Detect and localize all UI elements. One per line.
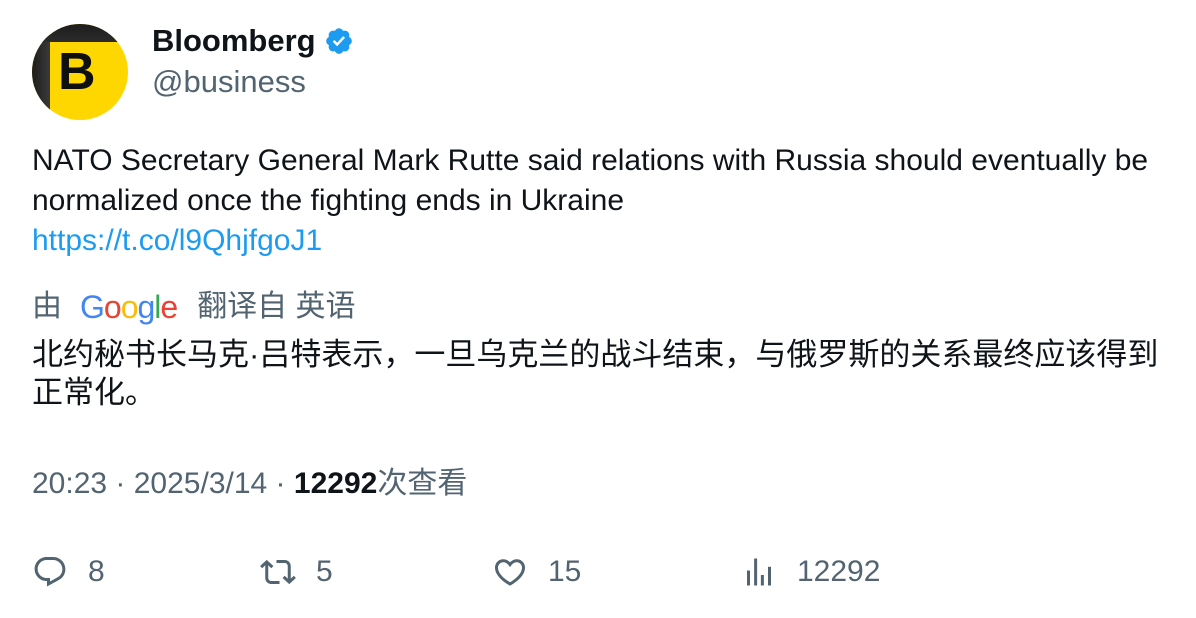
translated-from-label[interactable]: 翻译自 英语 <box>197 288 355 326</box>
reply-icon <box>34 557 66 587</box>
translated-text: 北约秘书长马克·吕特表示，一旦乌克兰的战斗结束，与俄罗斯的关系最终应该得到正常化… <box>32 337 1159 410</box>
tweet-link[interactable]: https://t.co/l9QhjfgoJ1 <box>32 221 1162 261</box>
views-button[interactable]: 12292 <box>741 552 880 592</box>
heart-icon <box>494 559 526 586</box>
analytics-icon <box>747 558 771 586</box>
retweet-count: 5 <box>316 555 333 588</box>
views-label: 次查看 <box>377 467 468 500</box>
author-name[interactable]: Bloomberg <box>152 22 316 60</box>
like-count: 15 <box>548 555 582 588</box>
translated-by-label: 由 <box>32 290 62 323</box>
tweet-meta: 20:23 · 2025/3/14 · 12292 次查看 <box>32 465 467 503</box>
google-logo: Google <box>80 289 178 325</box>
meta-separator: · <box>107 467 134 500</box>
author-name-row[interactable]: Bloomberg <box>152 22 354 60</box>
author-handle[interactable]: @business <box>152 64 306 100</box>
tweet-body: NATO Secretary General Mark Rutte said r… <box>32 141 1162 261</box>
tweet-time[interactable]: 20:23 <box>32 465 107 503</box>
avatar-letter: B <box>58 43 96 101</box>
translation-attribution: 由 Google 翻译自 英语 <box>32 288 356 326</box>
reply-button[interactable]: 8 <box>32 552 105 592</box>
retweet-icon <box>260 559 296 585</box>
like-button[interactable]: 15 <box>492 552 581 592</box>
avatar[interactable]: B <box>32 24 128 120</box>
reply-count: 8 <box>88 555 105 588</box>
meta-separator: · <box>267 467 294 500</box>
retweet-button[interactable]: 5 <box>260 552 333 592</box>
views-count: 12292 <box>293 467 378 500</box>
tweet-date[interactable]: 2025/3/14 <box>134 465 267 503</box>
avatar-shadow-top <box>32 24 128 42</box>
action-bar: 8 5 15 12292 <box>32 552 1172 592</box>
views-action-count: 12292 <box>797 555 881 588</box>
verified-badge-icon <box>325 28 352 54</box>
tweet-text: NATO Secretary General Mark Rutte said r… <box>32 144 1149 217</box>
